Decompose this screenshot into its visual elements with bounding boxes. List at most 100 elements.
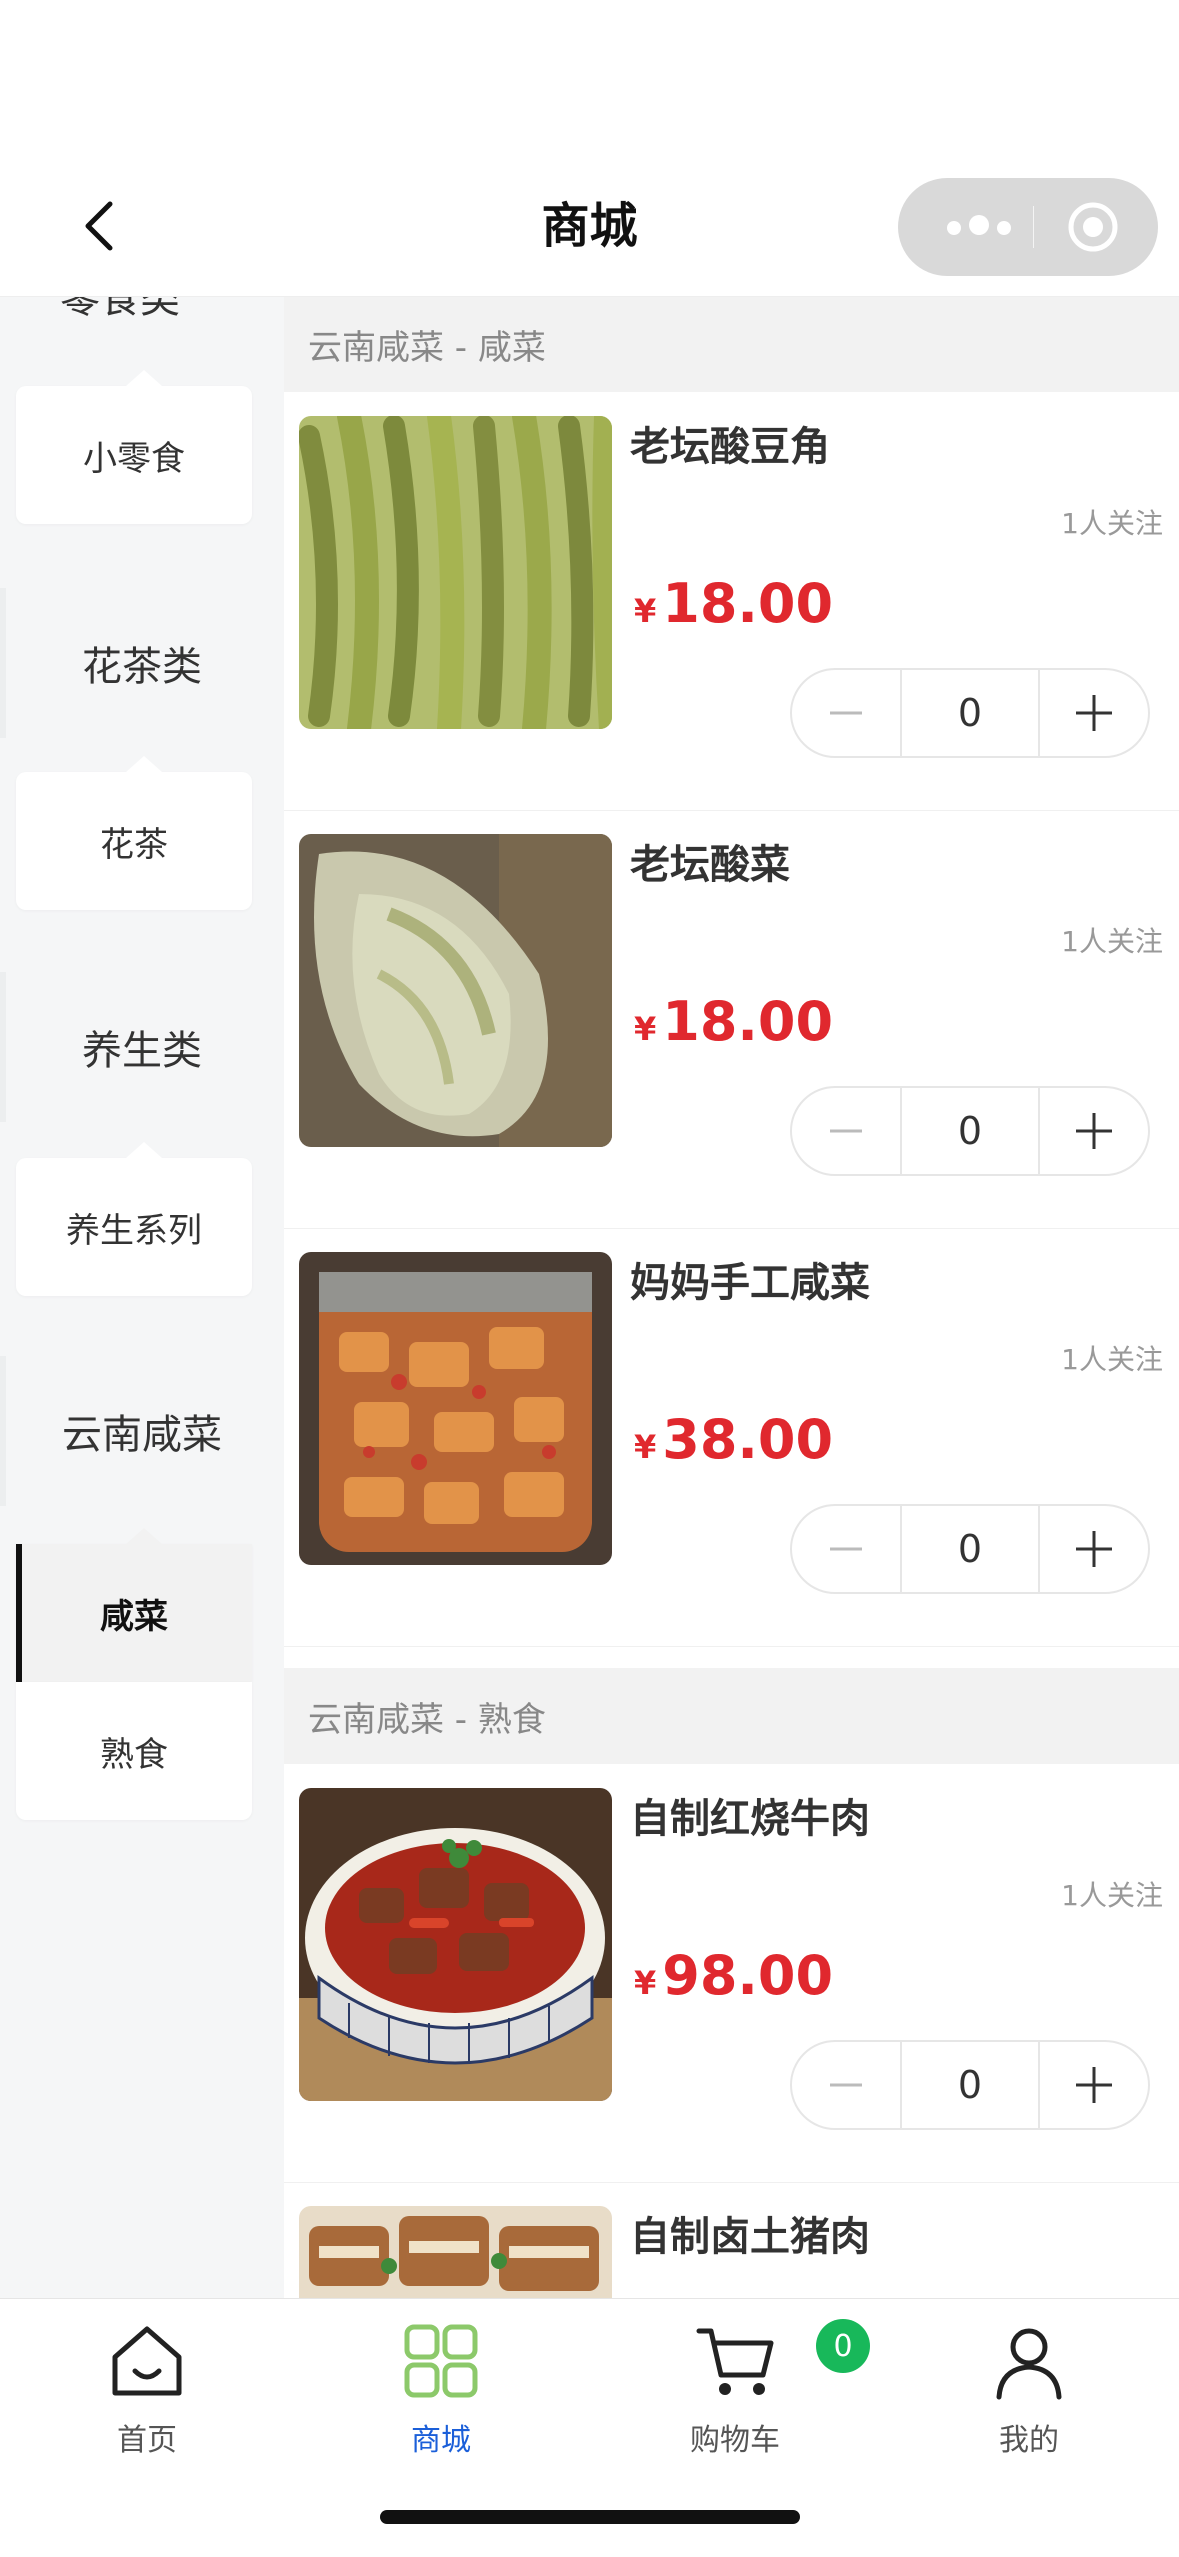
plus-icon bbox=[1076, 1113, 1112, 1149]
plus-icon bbox=[1076, 695, 1112, 731]
sidebar-sub-label: 小零食 bbox=[83, 438, 185, 479]
product-image[interactable] bbox=[299, 834, 612, 1147]
product-name[interactable]: 老坛酸菜 bbox=[630, 832, 790, 890]
increase-button[interactable] bbox=[1040, 670, 1148, 756]
product-image[interactable] bbox=[299, 2206, 612, 2298]
sidebar-sub-cooked[interactable]: 熟食 bbox=[16, 1682, 252, 1820]
minus-icon bbox=[830, 711, 862, 715]
sidebar-sub-label: 咸菜 bbox=[100, 1596, 168, 1637]
handmade-pickle-jar-image bbox=[299, 1252, 612, 1565]
section-header: 云南咸菜 - 熟食 bbox=[284, 1668, 1179, 1764]
sidebar-category-label: 养生类 bbox=[82, 1028, 202, 1074]
product-name[interactable]: 老坛酸豆角 bbox=[630, 414, 830, 472]
follow-count: 1人关注 bbox=[1061, 1343, 1163, 1376]
product-item[interactable]: 老坛酸豆角 1人关注 ¥18.00 0 bbox=[284, 392, 1179, 811]
sidebar-sub-tea[interactable]: 花茶 bbox=[16, 756, 252, 910]
product-name[interactable]: 妈妈手工咸菜 bbox=[630, 1250, 870, 1308]
product-list[interactable]: 云南咸菜 - 咸菜 老坛酸豆角 1人关注 ¥18.00 0 老坛酸菜 1人关注 … bbox=[284, 296, 1179, 2298]
braised-pork-image bbox=[299, 2206, 612, 2298]
quantity-stepper: 0 bbox=[790, 1086, 1150, 1176]
pickled-cabbage-image bbox=[299, 834, 612, 1147]
quantity-value[interactable]: 0 bbox=[900, 1506, 1040, 1592]
tab-label: 购物车 bbox=[690, 2423, 780, 2458]
more-menu-button[interactable] bbox=[934, 200, 1024, 254]
sidebar-sub-label: 养生系列 bbox=[66, 1210, 202, 1251]
currency-symbol: ¥ bbox=[634, 1964, 657, 2002]
sidebar-sub-pickle[interactable]: 咸菜 bbox=[16, 1528, 252, 1682]
more-dots-icon bbox=[943, 215, 1015, 239]
minus-icon bbox=[830, 2083, 862, 2087]
close-miniprogram-button[interactable] bbox=[1066, 200, 1120, 254]
user-icon bbox=[996, 2328, 1062, 2400]
decrease-button[interactable] bbox=[792, 1506, 900, 1592]
tab-profile[interactable]: 我的 bbox=[882, 2313, 1176, 2473]
pickled-beans-image bbox=[299, 416, 612, 729]
quantity-value[interactable]: 0 bbox=[900, 1088, 1040, 1174]
product-name[interactable]: 自制卤土猪肉 bbox=[630, 2204, 870, 2262]
follow-count: 1人关注 bbox=[1061, 925, 1163, 958]
category-edge bbox=[0, 1356, 6, 1506]
product-image[interactable] bbox=[299, 1788, 612, 2101]
sidebar-category-tea[interactable]: 花茶类 bbox=[0, 588, 284, 738]
caret bbox=[126, 1528, 162, 1544]
decrease-button[interactable] bbox=[792, 2042, 900, 2128]
currency-symbol: ¥ bbox=[634, 1010, 657, 1048]
tab-home[interactable]: 首页 bbox=[0, 2313, 294, 2473]
grid-shop-icon bbox=[404, 2324, 478, 2398]
sidebar-sub-label: 花茶 bbox=[100, 824, 168, 865]
product-name[interactable]: 自制红烧牛肉 bbox=[630, 1786, 870, 1844]
follow-count: 1人关注 bbox=[1061, 507, 1163, 540]
tab-shop[interactable]: 商城 bbox=[294, 2313, 588, 2473]
caret bbox=[126, 1142, 162, 1158]
quantity-stepper: 0 bbox=[790, 668, 1150, 758]
quantity-stepper: 0 bbox=[790, 2040, 1150, 2130]
product-item[interactable]: 老坛酸菜 1人关注 ¥18.00 0 bbox=[284, 810, 1179, 1229]
product-image[interactable] bbox=[299, 416, 612, 729]
sidebar-category-label: 云南咸菜 bbox=[62, 1412, 222, 1458]
plus-icon bbox=[1076, 1531, 1112, 1567]
tab-label: 我的 bbox=[999, 2423, 1059, 2458]
minus-icon bbox=[830, 1547, 862, 1551]
sidebar-sub-snack[interactable]: 小零食 bbox=[16, 370, 252, 524]
caret bbox=[126, 370, 162, 386]
category-edge bbox=[0, 588, 6, 738]
category-sidebar: 零食类 小零食 花茶类 花茶 养生类 养生系列 云南咸菜 咸菜 熟食 bbox=[0, 296, 284, 2298]
sidebar-sub-label: 熟食 bbox=[100, 1734, 168, 1775]
caret bbox=[126, 756, 162, 772]
cart-count-badge: 0 bbox=[816, 2319, 870, 2373]
sidebar-cut-category: 零食类 bbox=[60, 296, 180, 322]
quantity-value[interactable]: 0 bbox=[900, 2042, 1040, 2128]
minus-icon bbox=[830, 1129, 862, 1133]
category-edge bbox=[0, 972, 6, 1122]
sidebar-category-yunnan-pickle[interactable]: 云南咸菜 bbox=[0, 1356, 284, 1506]
active-indicator bbox=[16, 1544, 22, 1682]
sidebar-sub-health[interactable]: 养生系列 bbox=[16, 1142, 252, 1296]
decrease-button[interactable] bbox=[792, 670, 900, 756]
price-amount: 38.00 bbox=[662, 1408, 834, 1471]
nav-header: 商城 bbox=[0, 0, 1179, 297]
increase-button[interactable] bbox=[1040, 1506, 1148, 1592]
plus-icon bbox=[1076, 2067, 1112, 2103]
sidebar-category-health[interactable]: 养生类 bbox=[0, 972, 284, 1122]
increase-button[interactable] bbox=[1040, 1088, 1148, 1174]
price-amount: 18.00 bbox=[662, 572, 834, 635]
product-image[interactable] bbox=[299, 1252, 612, 1565]
increase-button[interactable] bbox=[1040, 2042, 1148, 2128]
product-price: ¥18.00 bbox=[634, 572, 833, 635]
mini-program-capsule bbox=[898, 178, 1158, 276]
product-price: ¥98.00 bbox=[634, 1944, 833, 2007]
home-indicator[interactable] bbox=[380, 2510, 800, 2524]
product-price: ¥18.00 bbox=[634, 990, 833, 1053]
quantity-value[interactable]: 0 bbox=[900, 670, 1040, 756]
product-price: ¥38.00 bbox=[634, 1408, 833, 1471]
currency-symbol: ¥ bbox=[634, 592, 657, 630]
product-item[interactable]: 妈妈手工咸菜 1人关注 ¥38.00 0 bbox=[284, 1228, 1179, 1647]
capsule-divider bbox=[1033, 206, 1034, 248]
price-amount: 98.00 bbox=[662, 1944, 834, 2007]
product-item[interactable]: 自制卤土猪肉 bbox=[284, 2182, 1179, 2298]
cart-icon bbox=[696, 2328, 774, 2395]
product-item[interactable]: 自制红烧牛肉 1人关注 ¥98.00 0 bbox=[284, 1764, 1179, 2183]
decrease-button[interactable] bbox=[792, 1088, 900, 1174]
section-header: 云南咸菜 - 咸菜 bbox=[284, 296, 1179, 392]
target-close-icon bbox=[1068, 202, 1118, 252]
